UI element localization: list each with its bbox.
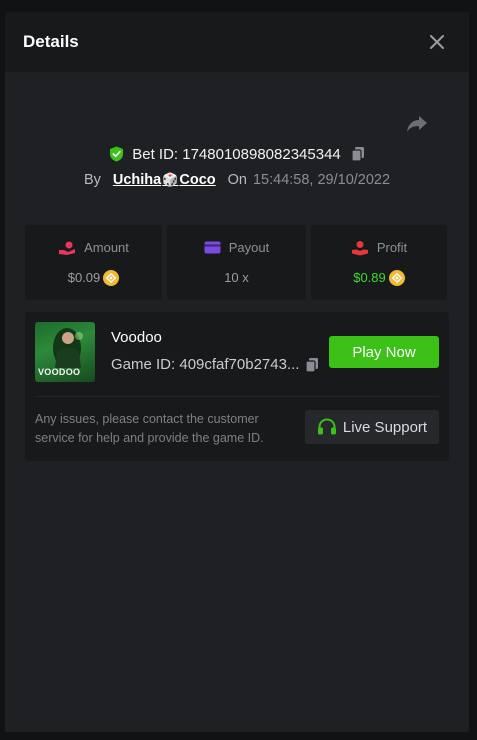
amount-stat: Amount $0.09 bbox=[25, 225, 162, 300]
amount-label: Amount bbox=[84, 240, 129, 255]
game-thumbnail[interactable]: VOODOO bbox=[35, 322, 95, 382]
copy-icon[interactable] bbox=[305, 357, 319, 373]
profit-label: Profit bbox=[376, 240, 408, 255]
profit-value: $0.89 bbox=[353, 270, 386, 285]
modal-header: Details bbox=[5, 12, 469, 72]
bet-id-row: Bet ID: 1748010898082345344 bbox=[5, 143, 469, 165]
modal-title: Details bbox=[23, 32, 79, 51]
hand-coin-icon bbox=[58, 240, 76, 256]
card-icon bbox=[204, 241, 221, 254]
payout-label: Payout bbox=[228, 240, 270, 255]
by-label: By bbox=[83, 172, 101, 188]
close-icon[interactable] bbox=[425, 30, 449, 54]
bet-stats: Amount $0.09 Payout 10 x Profit $0.89 bbox=[25, 225, 449, 300]
user-name-suffix: Coco bbox=[179, 172, 216, 188]
live-support-label: Live Support bbox=[342, 418, 428, 436]
support-notice: Any issues, please contact the customer … bbox=[35, 412, 264, 445]
bnb-coin-icon bbox=[388, 269, 405, 286]
shield-check-icon bbox=[109, 146, 124, 162]
headset-icon bbox=[317, 418, 337, 436]
payout-stat: Payout 10 x bbox=[167, 225, 306, 300]
bet-id-text: Bet ID: 1748010898082345344 bbox=[132, 145, 341, 163]
on-label: On bbox=[227, 172, 247, 188]
profit-stat: Profit $0.89 bbox=[311, 225, 447, 300]
game-id-row: Game ID: 409cfaf70b2743... bbox=[111, 356, 319, 373]
user-link[interactable]: Uchiha 🎲 Coco bbox=[113, 172, 216, 188]
dice-icon: 🎲 bbox=[162, 172, 179, 187]
payout-value: 10 x bbox=[224, 270, 249, 285]
profit-hand-icon bbox=[351, 240, 369, 256]
game-id-text: Game ID: 409cfaf70b2743... bbox=[111, 356, 300, 373]
share-icon[interactable] bbox=[405, 112, 429, 136]
thumbnail-title: VOODOO bbox=[38, 367, 81, 377]
live-support-button[interactable]: Live Support bbox=[305, 410, 439, 444]
copy-icon[interactable] bbox=[351, 146, 365, 162]
game-name: Voodoo bbox=[111, 329, 162, 346]
details-modal: Details Bet ID: 1748010898082345344 By U… bbox=[5, 12, 469, 732]
bnb-coin-icon bbox=[103, 269, 120, 286]
user-name: Uchiha bbox=[112, 172, 162, 188]
game-card: VOODOO Voodoo Game ID: 409cfaf70b2743...… bbox=[25, 312, 449, 461]
divider bbox=[35, 396, 439, 397]
bet-timestamp: 15:44:58, 29/10/2022 bbox=[252, 172, 391, 188]
bet-author-row: By Uchiha 🎲 Coco On 15:44:58, 29/10/2022 bbox=[5, 169, 469, 191]
play-now-button[interactable]: Play Now bbox=[329, 336, 439, 368]
amount-value: $0.09 bbox=[67, 270, 101, 285]
